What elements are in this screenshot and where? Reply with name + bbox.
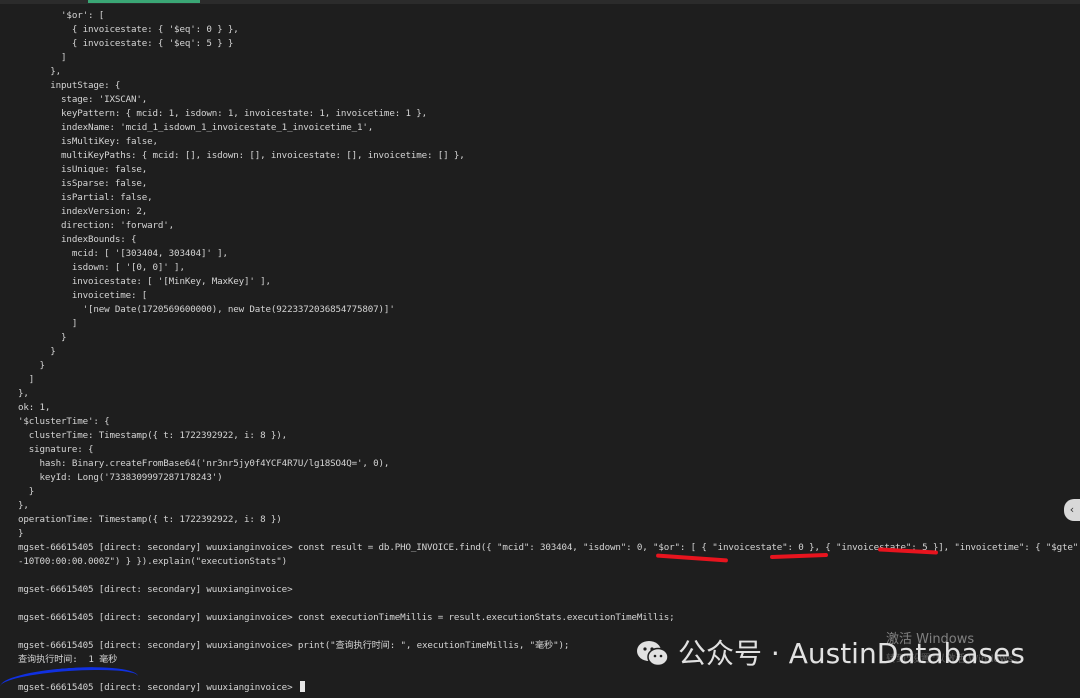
- terminal-line: signature: {: [18, 444, 94, 455]
- chevron-left-icon[interactable]: ‹: [1064, 499, 1080, 521]
- wechat-icon: [637, 641, 669, 667]
- terminal-line: }: [18, 486, 35, 497]
- terminal-line: isMultiKey: false,: [18, 136, 158, 147]
- terminal-line: ]: [18, 318, 78, 329]
- terminal-line: '$clusterTime': {: [18, 416, 110, 427]
- terminal-line: stage: 'IXSCAN',: [18, 94, 148, 105]
- terminal-line: -10T00:00:00.000Z") } }).explain("execut…: [18, 556, 288, 567]
- terminal-line: mgset-66615405 [direct: secondary] wuuxi…: [18, 584, 293, 595]
- terminal-line: invoicestate: [ '[MinKey, MaxKey]' ],: [18, 276, 271, 287]
- terminal-line: mgset-66615405 [direct: secondary] wuuxi…: [18, 542, 1080, 553]
- active-tab-indicator[interactable]: [88, 0, 200, 3]
- terminal-window[interactable]: '$or': [ { invoicestate: { '$eq': 0 } },…: [0, 0, 1080, 698]
- terminal-line: ]: [18, 52, 67, 63]
- terminal-line: }: [18, 528, 24, 539]
- terminal-line: indexBounds: {: [18, 234, 137, 245]
- text-cursor: [299, 681, 305, 692]
- terminal-line: isUnique: false,: [18, 164, 148, 175]
- terminal-line: direction: 'forward',: [18, 220, 175, 231]
- terminal-line: indexName: 'mcid_1_isdown_1_invoicestate…: [18, 122, 374, 133]
- terminal-line: { invoicestate: { '$eq': 0 } },: [18, 24, 239, 35]
- terminal-line: }: [18, 346, 56, 357]
- watermark: 公众号 · AustinDatabases: [636, 636, 1025, 672]
- terminal-line: '[new Date(1720569600000), new Date(9223…: [18, 304, 395, 315]
- terminal-line: clusterTime: Timestamp({ t: 1722392922, …: [18, 430, 288, 441]
- terminal-line: operationTime: Timestamp({ t: 1722392922…: [18, 514, 282, 525]
- terminal-line: inputStage: {: [18, 80, 121, 91]
- terminal-line: },: [18, 66, 62, 77]
- terminal-line: }: [18, 360, 46, 371]
- terminal-line: mgset-66615405 [direct: secondary] wuuxi…: [18, 612, 675, 623]
- terminal-line: isPartial: false,: [18, 192, 153, 203]
- terminal-line: keyId: Long('7338309997287178243'): [18, 472, 223, 483]
- terminal-line: indexVersion: 2,: [18, 206, 148, 217]
- terminal-line: }: [18, 332, 67, 343]
- terminal-line: },: [18, 500, 29, 511]
- terminal-line: multiKeyPaths: { mcid: [], isdown: [], i…: [18, 150, 465, 161]
- terminal-line: },: [18, 388, 29, 399]
- terminal-line: keyPattern: { mcid: 1, isdown: 1, invoic…: [18, 108, 427, 119]
- tab-strip: [0, 0, 1080, 4]
- terminal-line: { invoicestate: { '$eq': 5 } }: [18, 38, 234, 49]
- terminal-line: ok: 1,: [18, 402, 51, 413]
- terminal-line: isdown: [ '[0, 0]' ],: [18, 262, 185, 273]
- terminal-line: mcid: [ '[303404, 303404]' ],: [18, 248, 228, 259]
- terminal-output: '$or': [ { invoicestate: { '$eq': 0 } },…: [18, 9, 1080, 695]
- terminal-line: invoicetime: [: [18, 290, 148, 301]
- terminal-line: '$or': [: [18, 10, 105, 21]
- watermark-text: 公众号 · AustinDatabases: [678, 637, 1025, 670]
- terminal-line: ]: [18, 374, 35, 385]
- terminal-line: isSparse: false,: [18, 178, 148, 189]
- terminal-line: mgset-66615405 [direct: secondary] wuuxi…: [18, 681, 1080, 695]
- terminal-line: hash: Binary.createFromBase64('nr3nr5jy0…: [18, 458, 390, 469]
